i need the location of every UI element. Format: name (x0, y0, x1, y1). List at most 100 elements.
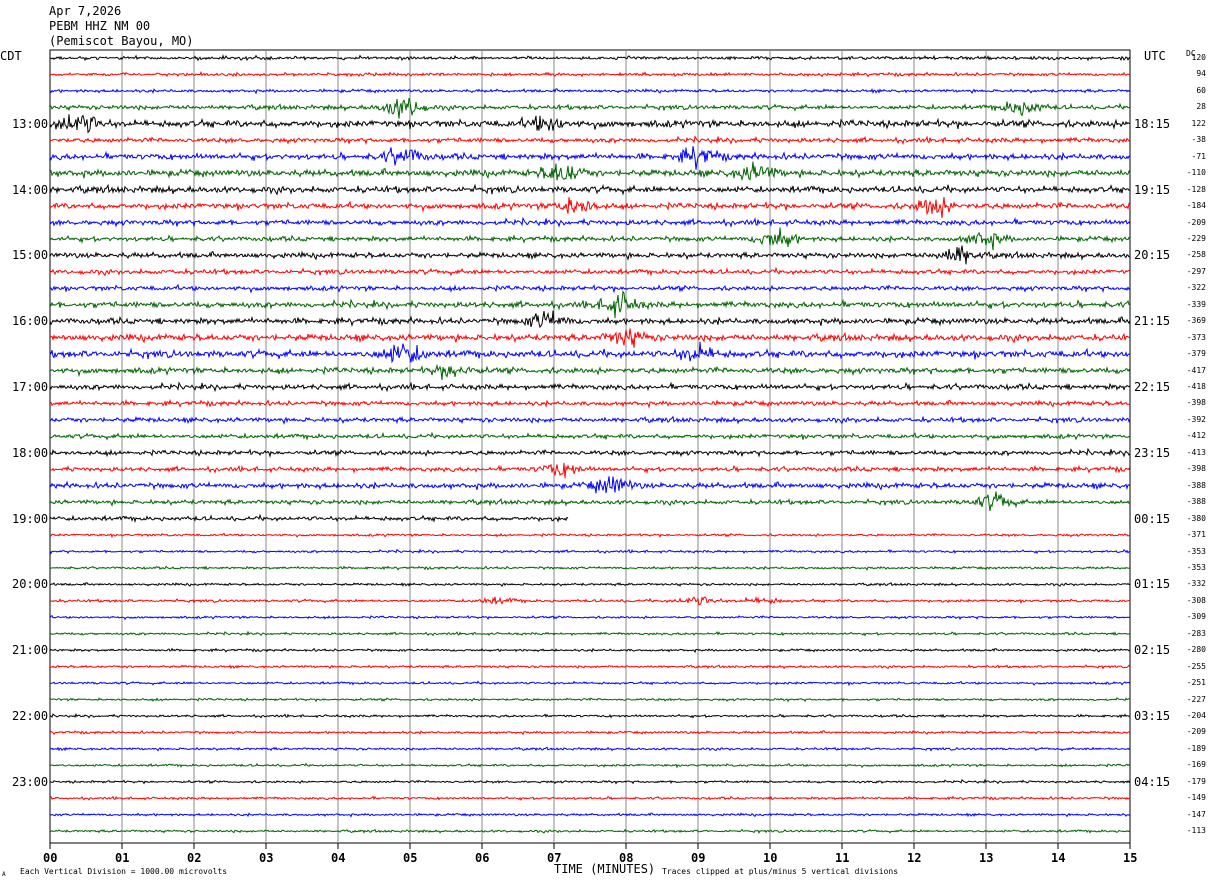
trace-group (49, 54, 1131, 834)
dc-offset-label: -128 (1186, 184, 1206, 194)
seismic-trace (49, 183, 1131, 196)
grid-lines (49, 49, 1131, 844)
seismic-trace (49, 812, 1131, 818)
seismic-trace (49, 70, 1131, 78)
dc-offset-label: -258 (1186, 250, 1206, 260)
x-tick-label: 13 (979, 851, 994, 865)
x-tick-label: 12 (907, 851, 922, 865)
dc-offset-label: -339 (1186, 299, 1206, 309)
dc-offset-label: -71 (1191, 151, 1206, 161)
dc-offset-label: -369 (1186, 316, 1206, 326)
left-hour-label: 23:00 (12, 774, 49, 789)
seismic-trace (49, 630, 1131, 637)
dc-offset-label: -373 (1186, 332, 1206, 342)
seismic-trace (50, 746, 1131, 752)
x-tick-label: 09 (691, 851, 706, 865)
dc-offset-label: -398 (1186, 464, 1206, 474)
x-tick-label: 14 (1051, 851, 1066, 865)
seismic-trace (49, 381, 1131, 393)
dc-offset-label: 120 (1191, 53, 1206, 62)
left-hour-label: 20:00 (12, 577, 49, 592)
seismic-trace (49, 88, 1131, 95)
seismic-trace (49, 245, 1131, 265)
x-axis-ticks (49, 843, 1131, 849)
x-tick-label: 10 (763, 851, 778, 865)
right-hour-label: 23:15 (1134, 445, 1171, 460)
seismic-trace (49, 227, 1131, 251)
dc-offset-label: 60 (1196, 85, 1206, 95)
seismic-trace (49, 730, 1131, 736)
seismic-trace (49, 310, 1131, 329)
seismic-trace (49, 462, 1131, 479)
dc-offset-label: -283 (1186, 628, 1206, 638)
seismic-trace (49, 647, 1131, 654)
seismic-trace (49, 762, 1131, 769)
seismic-trace (49, 565, 1131, 571)
right-hour-label: 20:15 (1134, 248, 1171, 263)
dc-offset-label: -204 (1186, 711, 1206, 720)
seismic-trace (49, 283, 1131, 294)
dc-offset-label: -398 (1186, 398, 1206, 408)
left-hour-label: 14:00 (12, 182, 49, 197)
dc-offset-label: -392 (1186, 414, 1206, 424)
seismic-trace (49, 363, 1131, 381)
seismic-trace (49, 415, 1131, 425)
dc-offset-label: -110 (1186, 168, 1206, 178)
seismic-trace (49, 828, 1131, 834)
dc-offset-label: -38 (1191, 135, 1206, 145)
dc-offset-label: -189 (1186, 743, 1206, 753)
x-tick-label: 15 (1123, 851, 1138, 865)
dc-offset-label: -371 (1186, 530, 1206, 540)
seismic-trace (49, 595, 1131, 606)
right-hour-label: 04:15 (1134, 774, 1171, 789)
dc-offset-label: -297 (1186, 266, 1206, 276)
dc-offset-label: -209 (1186, 727, 1206, 737)
dc-offset-label: -209 (1186, 217, 1206, 227)
right-hour-label: 03:15 (1134, 709, 1171, 723)
dc-offset-label: -353 (1186, 546, 1206, 556)
left-hour-label: 13:00 (12, 116, 49, 131)
dc-offset-label: -308 (1186, 595, 1206, 605)
dc-offset-label: -379 (1186, 349, 1206, 359)
seismic-trace (49, 447, 1131, 459)
dc-offset-label: -332 (1186, 579, 1206, 589)
seismic-trace (49, 135, 1131, 146)
left-hour-label: 18:00 (12, 445, 49, 460)
right-hour-label: 01:15 (1134, 577, 1171, 592)
left-hour-label: 16:00 (12, 314, 49, 329)
plot-frame (49, 49, 1131, 844)
dc-offset-label: -322 (1186, 283, 1206, 293)
seismic-trace (49, 664, 1131, 670)
right-hour-label: 00:15 (1134, 511, 1171, 526)
seismic-trace (49, 582, 1131, 587)
seismic-trace (49, 513, 569, 524)
right-hour-label: 21:15 (1134, 314, 1171, 329)
x-axis-label: TIME (MINUTES) (554, 862, 656, 876)
dc-offset-label: -309 (1186, 612, 1206, 622)
seismic-trace (49, 146, 1131, 170)
seismogram-plot (49, 49, 1131, 849)
dc-offset-label: -417 (1186, 365, 1206, 375)
dc-offset-label: -388 (1186, 497, 1206, 507)
seismic-trace (49, 290, 1131, 319)
seismic-trace (49, 614, 1131, 621)
x-tick-label: 11 (835, 851, 850, 865)
right-hour-label: 18:15 (1134, 116, 1171, 131)
dc-offset-label: -184 (1186, 201, 1206, 211)
seismic-trace (49, 398, 1130, 409)
x-tick-label: 00 (43, 851, 58, 865)
dc-offset-label: -388 (1186, 480, 1206, 490)
seismic-trace (49, 216, 1131, 228)
seismic-trace (49, 431, 1131, 442)
left-hour-label: 15:00 (12, 248, 49, 263)
seismic-trace (49, 795, 1131, 801)
dc-offset-label: -113 (1186, 826, 1206, 836)
x-tick-label: 05 (403, 851, 418, 865)
scale-note: Each Vertical Division = 1000.00 microvo… (20, 867, 228, 876)
dc-offset-label: -169 (1186, 760, 1206, 770)
dc-offset-label: 122 (1191, 118, 1206, 128)
dc-offset-label: -280 (1186, 645, 1206, 655)
left-hour-label: 19:00 (12, 511, 49, 526)
right-hour-label: 19:15 (1134, 182, 1171, 197)
corner-mark: A (2, 871, 6, 878)
